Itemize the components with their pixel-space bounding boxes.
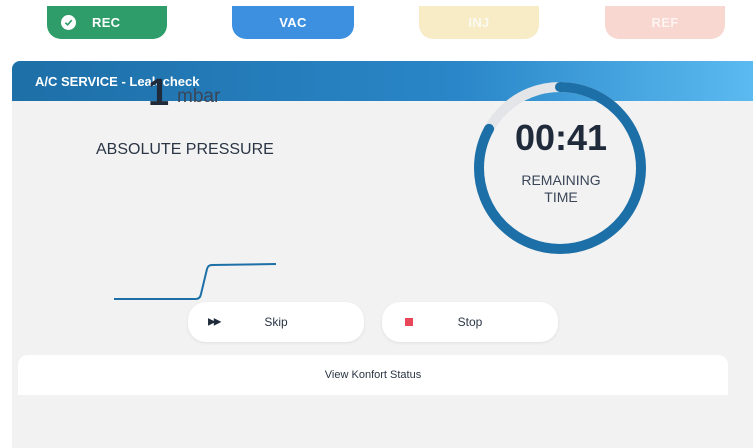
remaining-time-value: 00:41 — [514, 117, 608, 158]
stage-rec: REC — [47, 6, 167, 39]
check-icon — [61, 15, 76, 30]
pressure-value: 1 — [148, 72, 170, 114]
stage-inj: INJ — [419, 6, 539, 39]
view-konfort-status-button[interactable]: View Konfort Status — [18, 355, 728, 395]
stage-vac-label: VAC — [279, 15, 307, 30]
stop-button-label: Stop — [457, 315, 483, 329]
pressure-label: ABSOLUTE PRESSURE — [96, 141, 274, 158]
view-konfort-status-label: View Konfort Status — [324, 369, 422, 381]
stage-progress-bar: REC VAC INJ REF — [0, 0, 753, 48]
skip-button[interactable]: ▶▶ Skip — [188, 302, 364, 342]
remaining-time-label: REMAINING TIME — [486, 172, 636, 206]
skip-button-label: Skip — [264, 315, 288, 329]
pressure-unit: mbar — [177, 86, 221, 107]
stage-vac: VAC — [232, 6, 354, 39]
pressure-trend-graph — [114, 263, 277, 300]
stage-inj-label: INJ — [468, 15, 490, 30]
timer-ring — [474, 82, 646, 254]
stage-ref: REF — [605, 6, 725, 39]
stage-rec-label: REC — [92, 15, 121, 30]
stop-button[interactable]: Stop — [382, 302, 558, 342]
stage-ref-label: REF — [651, 15, 679, 30]
remaining-time-label-line2: TIME — [544, 189, 578, 205]
remaining-time-label-line1: REMAINING — [521, 172, 601, 188]
